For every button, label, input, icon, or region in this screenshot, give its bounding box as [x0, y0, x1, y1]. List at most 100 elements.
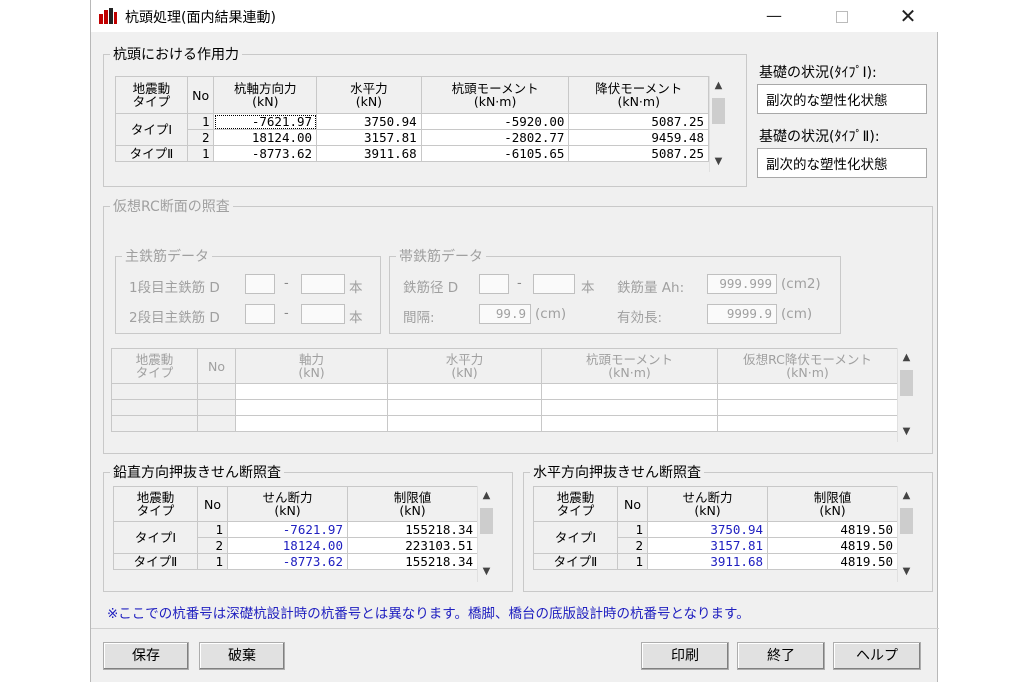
scroll-thumb[interactable] — [900, 508, 913, 534]
horizontal-cell[interactable]: 3750.94 — [316, 113, 422, 130]
main-rebar-row1-dia-input[interactable] — [245, 274, 275, 294]
main-rebar-row1-unit: 本 — [349, 280, 363, 296]
main-rebar-row2-dia-input[interactable] — [245, 304, 275, 324]
limit-cell: 4819.50 — [767, 537, 898, 554]
table-row[interactable]: タイプⅠ 1 3750.94 4819.50 — [533, 521, 898, 554]
hoop-area-unit: (cm2) — [781, 276, 821, 292]
vertical-scrollbar[interactable]: ▲ ▼ — [477, 486, 495, 582]
yield-cell[interactable]: 5087.25 — [568, 113, 709, 130]
title-bar[interactable]: 杭頭処理(面内結果連動) — ✕ — [91, 0, 939, 32]
moment-cell[interactable] — [541, 383, 718, 400]
header-seismic-type: 地震動 タイプ — [533, 486, 618, 522]
scroll-up-icon[interactable]: ▲ — [898, 350, 915, 366]
horizontal-cell[interactable] — [387, 415, 542, 432]
vertical-header-row: 地震動 タイプ No せん断力 (kN) 制限値 (kN) — [113, 486, 478, 522]
limit-cell: 223103.51 — [347, 537, 478, 554]
dialog-window: 杭頭処理(面内結果連動) — ✕ 杭頭における作用力 地震動 タイプ No 杭軸方… — [90, 0, 939, 682]
forces-scrollbar[interactable]: ▲ ▼ — [709, 76, 727, 172]
hoop-length-input[interactable]: 9999.9 — [707, 304, 777, 324]
close-button[interactable]: ✕ — [885, 0, 931, 32]
header-no: No — [197, 348, 236, 384]
scroll-down-icon[interactable]: ▼ — [898, 424, 915, 440]
print-button[interactable]: 印刷 — [641, 642, 729, 670]
table-row[interactable]: タイプⅡ 1 -8773.62 155218.34 — [113, 553, 478, 570]
table-row[interactable]: タイプⅡ 1 -8773.62 3911.68 -6105.65 5087.25 — [115, 145, 709, 162]
hoop-dia-input[interactable] — [479, 274, 509, 294]
table-row[interactable] — [111, 383, 898, 400]
header-axial: 軸力 (kN) — [235, 348, 388, 384]
no-cell: 2 — [186, 129, 215, 146]
scroll-thumb[interactable] — [712, 98, 725, 124]
no-cell: 1 — [197, 521, 228, 538]
header-no: No — [186, 76, 215, 114]
header-shear: せん断力 (kN) — [647, 486, 768, 522]
rc-result-table[interactable]: 地震動 タイプ No 軸力 (kN) 水平力 (kN) 杭頭モーメント (kN·m) 仮… — [111, 348, 898, 432]
axial-cell[interactable]: -7621.97 — [213, 113, 318, 130]
table-row[interactable]: 2 18124.00 3157.81 -2802.77 9459.48 — [116, 129, 709, 146]
type-cell: タイプⅠ — [113, 521, 198, 554]
moment-cell[interactable] — [541, 399, 718, 416]
scroll-thumb[interactable] — [900, 370, 913, 396]
moment-cell[interactable]: -2802.77 — [420, 129, 570, 146]
vertical-shear-table[interactable]: 地震動 タイプ No せん断力 (kN) 制限値 (kN) タイプⅠ 1 -7621.… — [113, 486, 478, 570]
save-button[interactable]: 保存 — [103, 642, 189, 670]
exit-button[interactable]: 終了 — [737, 642, 825, 670]
discard-button[interactable]: 破棄 — [199, 642, 285, 670]
axial-cell[interactable] — [235, 399, 388, 416]
scroll-down-icon[interactable]: ▼ — [710, 154, 727, 170]
axial-cell[interactable]: 18124.00 — [213, 129, 318, 146]
rc-scrollbar[interactable]: ▲ ▼ — [897, 348, 915, 442]
no-cell: 2 — [617, 537, 648, 554]
yield-cell[interactable]: 5087.25 — [568, 145, 709, 162]
rc-yield-cell[interactable] — [717, 415, 898, 432]
horizontal-cell[interactable]: 3157.81 — [316, 129, 422, 146]
scroll-up-icon[interactable]: ▲ — [478, 488, 495, 504]
horizontal-shear-table[interactable]: 地震動 タイプ No せん断力 (kN) 制限値 (kN) タイプⅠ 1 3750.9… — [533, 486, 898, 570]
rc-yield-cell[interactable] — [717, 383, 898, 400]
type-cell: タイプⅡ — [533, 553, 618, 570]
scroll-up-icon[interactable]: ▲ — [710, 78, 727, 94]
axial-cell[interactable] — [235, 415, 388, 432]
table-row[interactable]: タイプⅡ 1 3911.68 4819.50 — [533, 553, 898, 570]
help-button[interactable]: ヘルプ — [833, 642, 921, 670]
maximize-button[interactable] — [819, 0, 865, 32]
main-rebar-row2-label: 2段目主鉄筋 D — [129, 310, 220, 326]
scroll-down-icon[interactable]: ▼ — [478, 564, 495, 580]
maximize-icon — [836, 10, 848, 23]
horizontal-cell[interactable]: 3911.68 — [316, 145, 422, 162]
scroll-thumb[interactable] — [480, 508, 493, 534]
moment-cell[interactable]: -6105.65 — [420, 145, 570, 162]
minimize-button[interactable]: — — [751, 0, 797, 32]
main-rebar-row2-count-input[interactable] — [301, 304, 345, 324]
horizontal-cell[interactable] — [387, 383, 542, 400]
main-rebar-row1-count-input[interactable] — [301, 274, 345, 294]
axial-cell[interactable] — [235, 383, 388, 400]
table-row[interactable]: タイプⅠ 1 -7621.97 3750.94 -5920.00 5087.25 — [115, 113, 709, 146]
no-cell — [197, 399, 236, 416]
scroll-down-icon[interactable]: ▼ — [898, 564, 915, 580]
limit-cell: 155218.34 — [347, 553, 478, 570]
no-cell: 1 — [617, 553, 648, 570]
hoop-count-input[interactable] — [533, 274, 575, 294]
scroll-up-icon[interactable]: ▲ — [898, 488, 915, 504]
horizontal-scrollbar[interactable]: ▲ ▼ — [897, 486, 915, 582]
hoop-length-label: 有効長: — [617, 310, 663, 326]
no-cell: 1 — [186, 113, 215, 130]
moment-cell[interactable]: -5920.00 — [420, 113, 570, 130]
header-seismic-type: 地震動 タイプ — [115, 76, 188, 114]
hoop-spacing-label: 間隔: — [403, 310, 435, 326]
table-row[interactable] — [111, 415, 898, 432]
rc-yield-cell[interactable] — [717, 399, 898, 416]
table-row[interactable] — [111, 399, 898, 416]
moment-cell[interactable] — [541, 415, 718, 432]
forces-table[interactable]: 地震動 タイプ No 杭軸方向力 (kN) 水平力 (kN) 杭頭モーメント (kN·m… — [115, 76, 709, 162]
type-cell: タイプⅡ — [113, 553, 198, 570]
table-row[interactable]: タイプⅠ 1 -7621.97 155218.34 — [113, 521, 478, 554]
yield-cell[interactable]: 9459.48 — [568, 129, 709, 146]
header-shear: せん断力 (kN) — [227, 486, 348, 522]
hoop-unit: 本 — [581, 280, 595, 296]
horizontal-cell[interactable] — [387, 399, 542, 416]
hoop-area-input[interactable]: 999.999 — [707, 274, 777, 294]
axial-cell[interactable]: -8773.62 — [213, 145, 318, 162]
hoop-spacing-input[interactable]: 99.9 — [479, 304, 531, 324]
